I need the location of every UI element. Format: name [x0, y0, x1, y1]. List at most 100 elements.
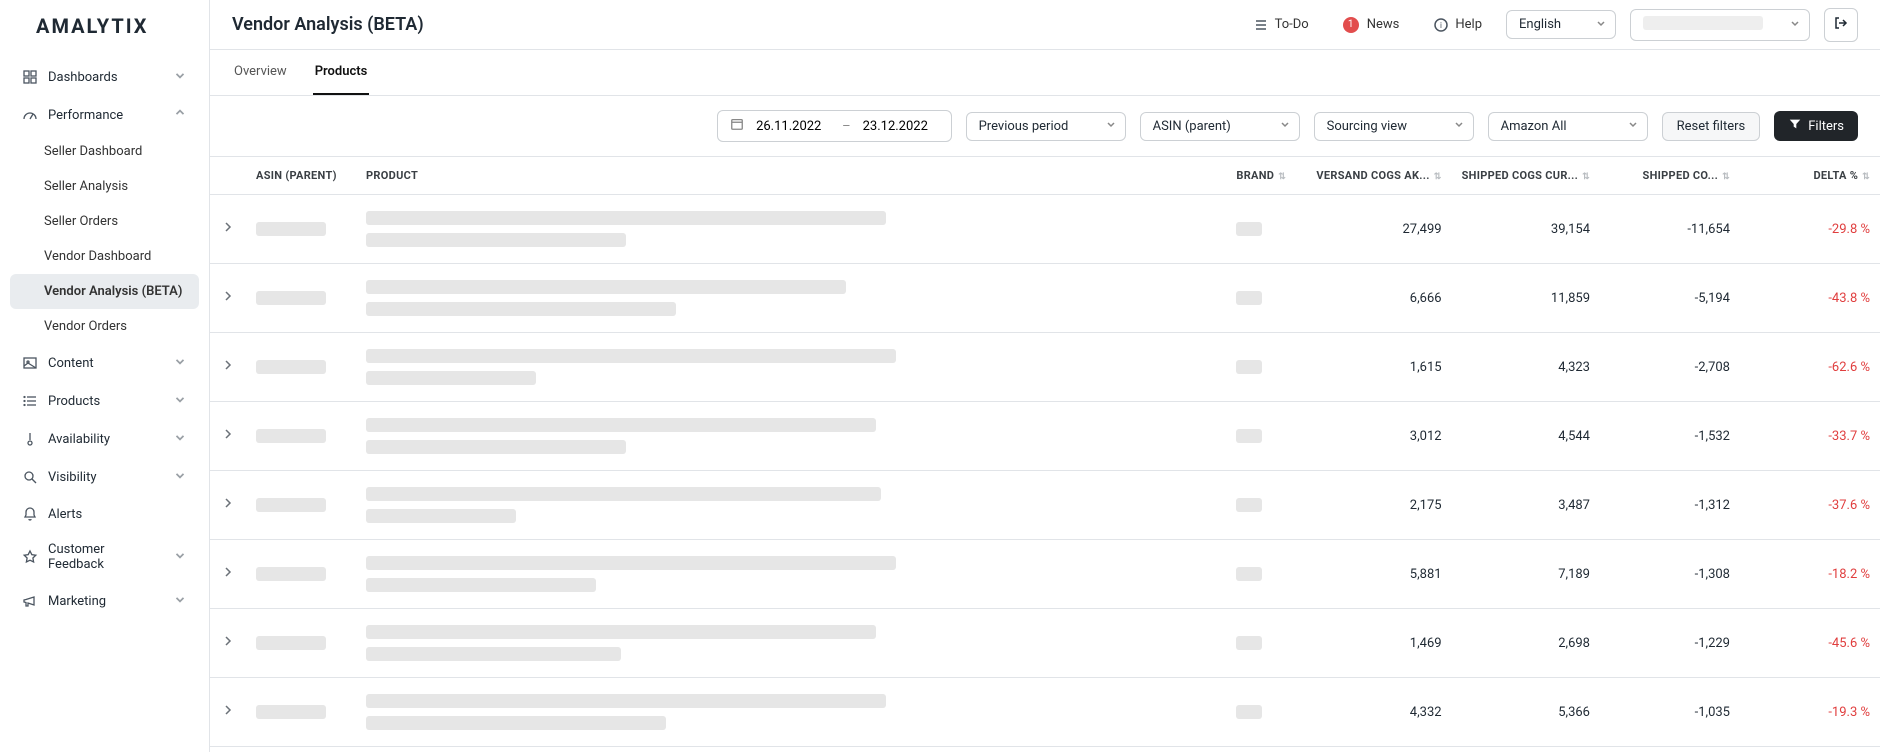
table-row: 5,8817,189-1,308-18.2 %	[210, 540, 1880, 609]
todo-link[interactable]: To-Do	[1243, 11, 1319, 39]
chevron-right-icon[interactable]	[222, 498, 234, 513]
chevron-down-icon	[1789, 17, 1801, 33]
sidebar-item-vendor-orders[interactable]: Vendor Orders	[10, 309, 199, 344]
chevron-right-icon[interactable]	[222, 705, 234, 720]
sidebar-item-products[interactable]: Products	[10, 382, 199, 420]
sidebar-item-label: Products	[48, 394, 100, 409]
chevron-down-icon	[173, 592, 187, 610]
sidebar-nav: DashboardsPerformance Seller Dashboard Sel…	[0, 52, 209, 752]
sidebar-item-seller-dashboard[interactable]: Seller Dashboard	[10, 134, 199, 169]
cell-versand: 5,881	[1306, 540, 1451, 609]
product-redacted	[366, 487, 881, 501]
logout-button[interactable]	[1824, 8, 1858, 42]
cell-versand: 3,012	[1306, 402, 1451, 471]
chevron-right-icon[interactable]	[222, 429, 234, 444]
chevron-right-icon[interactable]	[222, 291, 234, 306]
asin-redacted	[256, 291, 326, 305]
col-product[interactable]: PRODUCT	[356, 157, 1226, 195]
sort-icon: ⇅	[1582, 172, 1590, 182]
date-range-picker[interactable]: –	[717, 110, 952, 142]
topbar: Vendor Analysis (BETA) To-Do 1 News i He…	[210, 0, 1880, 50]
sidebar-item-vendor-analysis[interactable]: Vendor Analysis (BETA)	[10, 274, 199, 309]
sidebar-item-label: Customer Feedback	[48, 542, 163, 572]
chevron-right-icon[interactable]	[222, 567, 234, 582]
sort-icon: ⇅	[1862, 172, 1870, 182]
col-asin-parent[interactable]: ASIN (PARENT)	[246, 157, 356, 195]
chevron-down-icon	[173, 68, 187, 86]
sidebar-item-visibility[interactable]: Visibility	[10, 458, 199, 496]
sidebar-item-label: Visibility	[48, 470, 97, 485]
date-to-input[interactable]	[861, 118, 939, 135]
sidebar-item-content[interactable]: Content	[10, 344, 199, 382]
asin-redacted	[256, 222, 326, 236]
asin-value: ASIN (parent)	[1153, 119, 1231, 134]
sidebar-item-marketing[interactable]: Marketing	[10, 582, 199, 620]
col-shipped-cogs[interactable]: SHIPPED CO...⇅	[1600, 157, 1740, 195]
asin-redacted	[256, 429, 326, 443]
table-row: 4,3325,366-1,035-19.3 %	[210, 678, 1880, 747]
cell-versand: 5,247	[1306, 747, 1451, 752]
sidebar-item-availability[interactable]: Availability	[10, 420, 199, 458]
product-redacted	[366, 578, 596, 592]
cell-delta: -43.8 %	[1740, 264, 1880, 333]
language-dropdown[interactable]: English	[1506, 10, 1616, 39]
col-shipped-cur[interactable]: SHIPPED COGS CUR...⇅	[1452, 157, 1600, 195]
date-from-input[interactable]	[754, 118, 832, 135]
cell-shipped_cur: 39,154	[1452, 195, 1600, 264]
table-row: 5,2476,256-1,010-16.1 %	[210, 747, 1880, 752]
col-delta[interactable]: DELTA %⇅	[1740, 157, 1880, 195]
col-brand[interactable]: BRAND⇅	[1226, 157, 1306, 195]
logo-text: AMALYTIX	[36, 14, 148, 38]
cell-versand: 1,615	[1306, 333, 1451, 402]
chevron-down-icon	[1627, 118, 1639, 134]
cell-versand: 6,666	[1306, 264, 1451, 333]
table-row: 1,4692,698-1,229-45.6 %	[210, 609, 1880, 678]
news-link[interactable]: 1 News	[1333, 11, 1410, 39]
tab-overview[interactable]: Overview	[232, 50, 289, 95]
sidebar-item-performance[interactable]: Performance	[10, 96, 199, 134]
product-redacted	[366, 556, 896, 570]
scope-dropdown[interactable]: Amazon All	[1488, 112, 1648, 141]
reset-filters-button[interactable]: Reset filters	[1662, 112, 1761, 141]
cell-shipped_cur: 5,366	[1452, 678, 1600, 747]
cell-delta: -33.7 %	[1740, 402, 1880, 471]
brand-redacted	[1236, 429, 1262, 443]
sort-icon: ⇅	[1278, 172, 1286, 182]
col-versand[interactable]: VERSAND COGS AK...⇅	[1306, 157, 1451, 195]
period-dropdown[interactable]: Previous period	[966, 112, 1126, 141]
view-dropdown[interactable]: Sourcing view	[1314, 112, 1474, 141]
product-redacted	[366, 647, 621, 661]
sidebar-item-dashboards[interactable]: Dashboards	[10, 58, 199, 96]
cell-shipped_cogs: -1,308	[1600, 540, 1740, 609]
cell-versand: 2,175	[1306, 471, 1451, 540]
sidebar-item-seller-orders[interactable]: Seller Orders	[10, 204, 199, 239]
cell-shipped_cogs: -11,654	[1600, 195, 1740, 264]
sidebar-item-vendor-dashboard[interactable]: Vendor Dashboard	[10, 239, 199, 274]
cell-delta: -18.2 %	[1740, 540, 1880, 609]
tab-products[interactable]: Products	[313, 50, 370, 95]
cell-delta: -19.3 %	[1740, 678, 1880, 747]
table-row: 2,1753,487-1,312-37.6 %	[210, 471, 1880, 540]
help-link[interactable]: i Help	[1423, 11, 1492, 39]
chevron-right-icon[interactable]	[222, 360, 234, 375]
cell-shipped_cogs: -1,035	[1600, 678, 1740, 747]
cell-shipped_cogs: -2,708	[1600, 333, 1740, 402]
bell-icon	[22, 506, 38, 522]
sidebar-item-seller-analysis[interactable]: Seller Analysis	[10, 169, 199, 204]
sidebar-item-label: Seller Dashboard	[44, 144, 142, 159]
filters-button[interactable]: Filters	[1774, 111, 1858, 141]
cell-shipped_cogs: -1,229	[1600, 609, 1740, 678]
account-dropdown[interactable]	[1630, 9, 1810, 41]
sidebar-item-label: Seller Analysis	[44, 179, 128, 194]
sidebar-item-alerts[interactable]: Alerts	[10, 496, 199, 532]
asin-dropdown[interactable]: ASIN (parent)	[1140, 112, 1300, 141]
chevron-right-icon[interactable]	[222, 636, 234, 651]
chevron-right-icon[interactable]	[222, 222, 234, 237]
cell-delta: -16.1 %	[1740, 747, 1880, 752]
table-scroll[interactable]: ASIN (PARENT) PRODUCT BRAND⇅ VERSAND COG…	[210, 156, 1880, 752]
sort-icon: ⇅	[1434, 172, 1442, 182]
chevron-up-icon	[173, 106, 187, 124]
sidebar-item-label: Seller Orders	[44, 214, 118, 229]
sidebar-item-customer-feedback[interactable]: Customer Feedback	[10, 532, 199, 582]
sidebar-item-label: Availability	[48, 432, 110, 447]
